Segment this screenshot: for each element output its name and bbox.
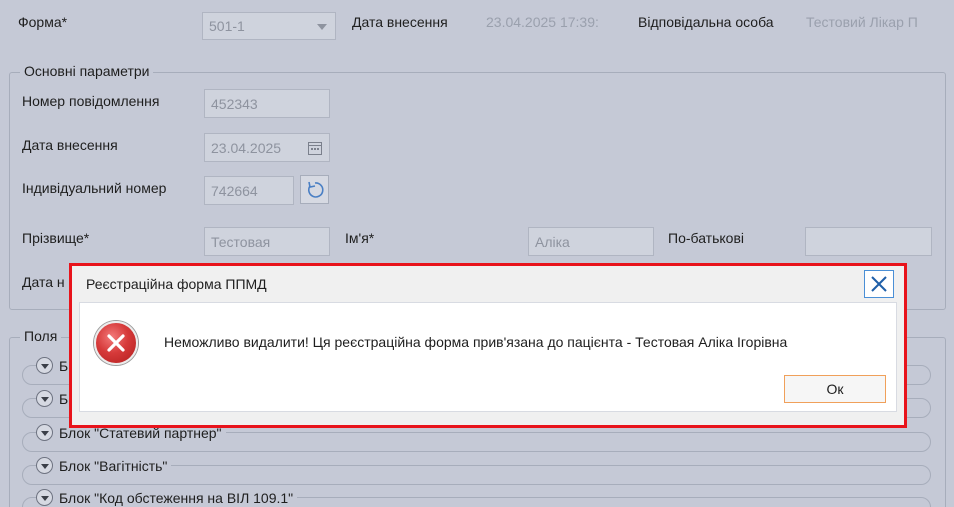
block-header-hiv-code[interactable]: Блок "Код обстеження на ВІЛ 109.1" <box>36 489 298 506</box>
dialog-body: Неможливо видалити! Ця реєстраційна форм… <box>79 302 897 412</box>
individual-number-input[interactable]: 742664 <box>204 176 294 205</box>
ok-button[interactable]: Ок <box>784 375 886 403</box>
date-label: Дата внесення <box>22 137 118 153</box>
error-icon <box>94 321 138 365</box>
chevron-down-icon[interactable] <box>36 457 53 474</box>
block-title: Блок "Код обстеження на ВІЛ 109.1" <box>59 489 294 506</box>
patronymic-input[interactable] <box>805 227 932 256</box>
responsible-label: Відповідальна особа <box>638 14 774 30</box>
form-select-value: 501-1 <box>209 18 245 34</box>
surname-input[interactable]: Тестовая <box>204 227 330 256</box>
chevron-down-icon[interactable] <box>36 390 53 407</box>
chevron-down-icon[interactable] <box>36 424 53 441</box>
block-header[interactable]: Б <box>36 390 73 407</box>
fields-legend: Поля <box>20 328 62 344</box>
entry-date-header-value: 23.04.2025 17:39: <box>486 14 599 30</box>
dialog-message: Неможливо видалити! Ця реєстраційна форм… <box>164 334 788 350</box>
message-number-value: 452343 <box>211 95 258 112</box>
name-value: Аліка <box>535 233 570 250</box>
surname-value: Тестовая <box>211 233 271 250</box>
message-number-input[interactable]: 452343 <box>204 89 330 118</box>
calendar-icon[interactable] <box>307 140 323 156</box>
surname-label: Прізвище* <box>22 230 90 246</box>
block-header[interactable]: Б <box>36 357 73 374</box>
form-select[interactable]: 501-1 <box>202 12 336 40</box>
chevron-down-icon[interactable] <box>36 489 53 506</box>
dialog-title: Реєстраційна форма ППМД <box>86 276 267 292</box>
dialog-close-button[interactable] <box>864 270 894 298</box>
patronymic-label: По-батькові <box>668 230 745 246</box>
entry-date-header-label: Дата внесення <box>352 14 448 30</box>
refresh-icon <box>307 181 324 198</box>
name-label: Ім'я* <box>345 230 375 246</box>
close-icon <box>871 276 887 292</box>
date-input[interactable]: 23.04.2025 <box>204 133 330 162</box>
block-title: Блок "Вагітність" <box>59 457 168 474</box>
main-params-legend: Основні параметри <box>20 63 154 79</box>
block-title: Б <box>59 357 69 374</box>
date-value: 23.04.2025 <box>211 139 282 156</box>
individual-number-value: 742664 <box>211 182 258 199</box>
refresh-button[interactable] <box>300 175 329 204</box>
block-title: Б <box>59 390 69 407</box>
name-input[interactable]: Аліка <box>528 227 654 256</box>
form-label: Форма* <box>18 14 68 30</box>
message-number-label: Номер повідомлення <box>22 93 160 109</box>
chevron-down-icon[interactable] <box>36 357 53 374</box>
block-header-pregnancy[interactable]: Блок "Вагітність" <box>36 457 172 474</box>
responsible-value: Тестовий Лікар П <box>806 14 918 30</box>
chevron-down-icon <box>317 24 327 30</box>
birth-date-label: Дата н <box>22 274 65 290</box>
individual-number-label: Індивідуальний номер <box>22 180 167 196</box>
error-dialog: Реєстраційна форма ППМД Неможливо видали… <box>69 263 907 428</box>
